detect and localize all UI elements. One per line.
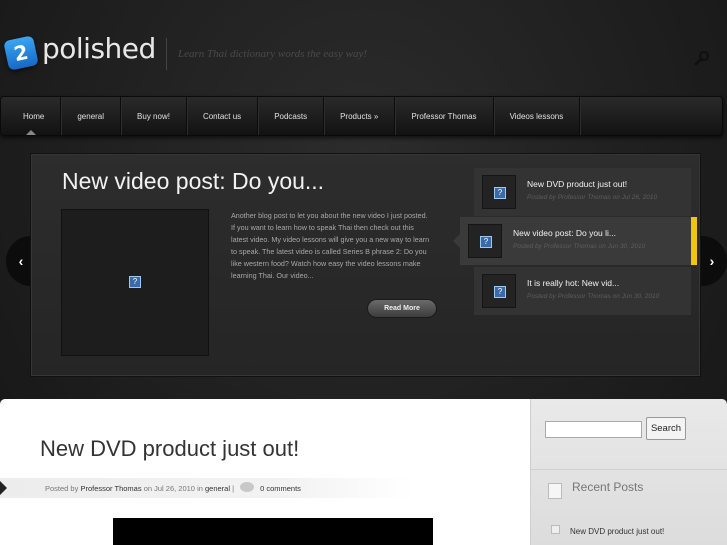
broken-image-icon: ? [480, 236, 492, 248]
slider-thumb-active[interactable]: ? New video post: Do you li... Posted by… [453, 217, 697, 265]
nav-item-products[interactable]: Products » [324, 97, 396, 135]
meta-flag [0, 481, 7, 495]
main-content: New DVD product just out! Posted by Prof… [0, 399, 530, 545]
featured-slider: New video post: Do you... ? Another blog… [30, 153, 701, 377]
sidebar-search-input[interactable] [545, 421, 642, 438]
broken-image-icon: ? [129, 276, 141, 288]
logo-text[interactable]: polished [42, 32, 156, 65]
post-date: on Jul 26, 2010 in [143, 483, 203, 493]
meta-separator: | [232, 483, 235, 493]
thumb-image: ? [482, 274, 516, 308]
thumb-image: ? [482, 175, 516, 209]
active-pointer [453, 234, 460, 248]
slider-thumb[interactable]: ? It is really hot: New vid... Posted by… [474, 267, 691, 315]
search-icon[interactable] [694, 50, 710, 66]
document-icon [548, 483, 562, 499]
broken-image-icon: ? [494, 187, 506, 199]
chevron-right-icon: › [709, 253, 715, 269]
video-player[interactable] [113, 518, 433, 545]
recent-post-link[interactable]: New DVD product just out! [570, 527, 664, 536]
chevron-left-icon: ‹ [18, 253, 24, 269]
nav-item-general[interactable]: general [61, 97, 122, 135]
thumb-meta: Posted by Professor Thomas on Jun 30, 20… [527, 293, 660, 300]
main-nav: Home general Buy now! Contact us Podcast… [0, 96, 723, 136]
slide-title[interactable]: New video post: Do you... [62, 168, 324, 195]
tagline: Learn Thai dictionary words the easy way… [178, 48, 368, 60]
post-comments-link[interactable]: 0 comments [260, 484, 301, 493]
search-button[interactable]: Search [646, 417, 686, 440]
slider-thumb[interactable]: ? New DVD product just out! Posted by Pr… [474, 168, 691, 216]
post-icon [551, 525, 560, 534]
sidebar-divider [531, 469, 727, 470]
slider-next-button[interactable]: › [697, 236, 727, 286]
post-meta: Posted by Professor Thomas on Jul 26, 20… [0, 478, 414, 498]
post-category-link[interactable]: general [205, 484, 230, 493]
posted-by-label: Posted by [45, 483, 79, 493]
broken-image-icon: ? [494, 286, 506, 298]
page: 2 polished Learn Thai dictionary words t… [0, 0, 727, 545]
thumb-title: New DVD product just out! [527, 179, 628, 189]
post-author-link[interactable]: Professor Thomas [80, 484, 141, 493]
nav-item-video-lessons[interactable]: Videos lessons [494, 97, 581, 135]
logo-badge[interactable]: 2 [3, 35, 39, 71]
thumb-title: New video post: Do you li... [513, 228, 616, 238]
post-title[interactable]: New DVD product just out! [40, 436, 299, 462]
nav-item-contact-us[interactable]: Contact us [187, 97, 259, 135]
nav-item-buy-now[interactable]: Buy now! [121, 97, 187, 135]
slide-excerpt: Another blog post to let you about the n… [231, 211, 430, 280]
nav-item-professor-thomas[interactable]: Professor Thomas [395, 97, 494, 135]
logo-divider [166, 38, 167, 70]
thumb-meta: Posted by Professor Thomas on Jun 30, 20… [513, 243, 646, 250]
thumb-image: ? [468, 224, 502, 258]
nav-item-home[interactable]: Home [1, 97, 62, 135]
recent-posts-title: Recent Posts [572, 480, 644, 494]
sidebar: Search Recent Posts New DVD product just… [530, 399, 727, 545]
thumb-meta: Posted by Professor Thomas on Jul 26, 20… [527, 194, 658, 201]
slide-image[interactable]: ? [61, 209, 209, 356]
read-more-button[interactable]: Read More [367, 299, 437, 318]
thumb-title: It is really hot: New vid... [527, 278, 620, 288]
comment-icon [240, 482, 255, 492]
nav-item-podcasts[interactable]: Podcasts [258, 97, 325, 135]
